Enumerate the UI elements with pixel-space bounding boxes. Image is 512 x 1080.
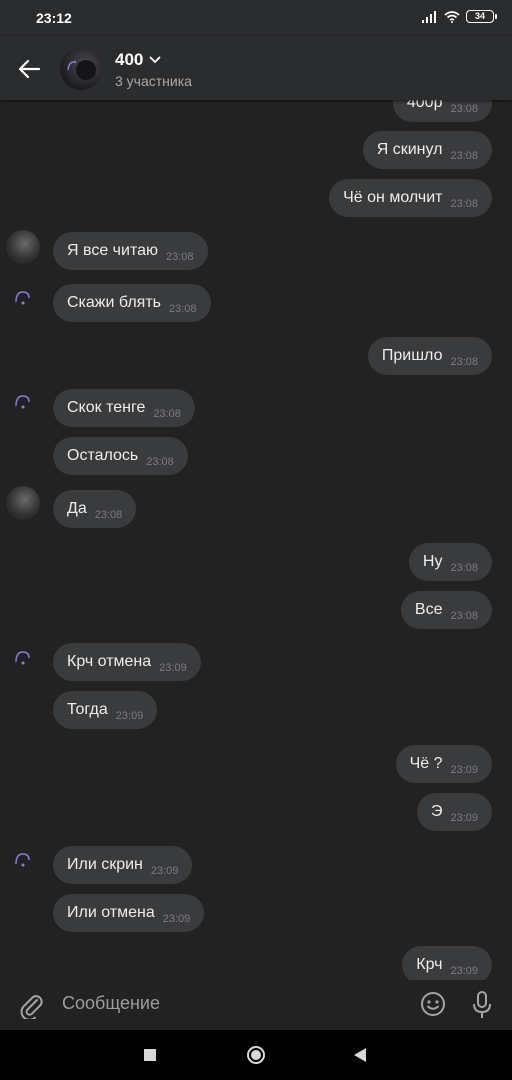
sender-avatar[interactable] — [6, 386, 40, 420]
smile-icon[interactable] — [420, 991, 446, 1017]
message-text: Чё ? — [409, 755, 443, 772]
microphone-icon[interactable] — [470, 990, 494, 1020]
message-time: 23:09 — [162, 913, 191, 925]
message-time: 23:09 — [150, 865, 179, 877]
message-text: Скок тенге — [67, 399, 146, 416]
message-time: 23:08 — [450, 610, 478, 622]
message-time: 23:09 — [450, 764, 478, 776]
message-text: Скажи блять — [67, 294, 161, 311]
message-text: Чё он молчит — [343, 189, 443, 206]
sender-avatar[interactable] — [6, 844, 40, 878]
message-text: Да — [67, 500, 87, 517]
chevron-down-icon[interactable] — [149, 56, 161, 64]
message-bubble-outgoing[interactable]: Крч 23:09 — [402, 946, 492, 980]
message-bubble-incoming[interactable]: Осталось 23:08 — [53, 437, 188, 475]
chat-header: 400 3 участника — [0, 36, 512, 100]
arrow-left-icon[interactable] — [14, 54, 44, 84]
message-text: Осталось — [67, 447, 139, 464]
message-bubble-incoming[interactable]: Я все читаю 23:08 — [53, 232, 208, 270]
message-bubble-outgoing[interactable]: 400р 23:08 — [392, 100, 492, 122]
message-time: 23:08 — [146, 456, 174, 468]
chat-title-text: 400 — [115, 50, 144, 69]
message-time: 23:08 — [450, 356, 478, 368]
message-bubble-incoming[interactable]: Или отмена 23:09 — [53, 894, 205, 932]
message-bubble-outgoing[interactable]: Я скинул 23:08 — [362, 131, 492, 169]
message-time: 23:09 — [115, 710, 144, 722]
message-time: 23:09 — [159, 662, 187, 674]
message-bubble-outgoing[interactable]: Чё ? 23:09 — [395, 745, 492, 783]
message-bubble-incoming[interactable]: Крч отмена 23:09 — [53, 643, 201, 681]
chat-participants: 3 участника — [115, 73, 192, 89]
message-bubble-outgoing[interactable]: Э 23:09 — [416, 793, 492, 831]
status-bar: 23:12 34 — [0, 0, 512, 36]
message-time: 23:08 — [165, 251, 194, 263]
message-bubble-incoming[interactable]: Тогда 23:09 — [53, 691, 158, 729]
paperclip-icon[interactable] — [18, 991, 44, 1019]
message-bubble-incoming[interactable]: Или скрин 23:09 — [53, 846, 193, 884]
status-icons: 34 — [422, 10, 497, 23]
message-text: Тогда — [67, 701, 108, 718]
message-text: Крч отмена — [67, 653, 152, 670]
message-text: 400р — [406, 100, 443, 111]
system-nav-bar — [0, 1030, 512, 1080]
message-input[interactable] — [62, 993, 392, 1014]
message-bubble-outgoing[interactable]: Ну 23:08 — [408, 543, 492, 581]
message-bubble-outgoing[interactable]: Все 23:08 — [400, 591, 492, 629]
message-text: Пришло — [381, 347, 443, 364]
message-time: 23:08 — [450, 103, 478, 115]
message-time: 23:08 — [169, 303, 197, 315]
message-time: 23:09 — [450, 812, 478, 824]
sender-avatar[interactable] — [6, 642, 40, 676]
triangle-back-icon[interactable] — [350, 1045, 370, 1065]
message-text: Я скинул — [376, 141, 443, 158]
message-text: Или скрин — [67, 856, 143, 873]
message-time: 23:08 — [450, 150, 478, 162]
battery-icon: 34 — [466, 10, 497, 23]
circle-icon[interactable] — [246, 1045, 266, 1065]
avatar-image — [67, 60, 96, 80]
message-text: Я все читаю — [67, 242, 158, 259]
chat-title[interactable]: 400 — [115, 50, 161, 70]
message-time: 23:08 — [450, 562, 478, 574]
sender-avatar[interactable] — [6, 282, 40, 316]
message-text: Все — [414, 601, 443, 618]
message-text: Крч — [416, 956, 443, 973]
sender-avatar[interactable] — [6, 230, 40, 264]
message-text: Ну — [422, 553, 443, 570]
message-time: 23:08 — [450, 198, 478, 210]
message-list[interactable]: 400р 23:08 Я скинул 23:08 Чё он молчит 2… — [0, 100, 512, 980]
message-time: 23:08 — [94, 509, 123, 521]
message-input-bar — [0, 980, 512, 1030]
message-time: 23:09 — [450, 965, 478, 977]
message-bubble-incoming[interactable]: Скок тенге 23:08 — [53, 389, 195, 427]
message-time: 23:08 — [153, 408, 181, 420]
status-time: 23:12 — [36, 10, 72, 26]
signal-icon — [422, 10, 436, 23]
message-bubble-incoming[interactable]: Да 23:08 — [53, 490, 137, 528]
message-bubble-outgoing[interactable]: Пришло 23:08 — [367, 337, 492, 375]
message-text: Или отмена — [67, 904, 155, 921]
message-bubble-incoming[interactable]: Скажи блять 23:08 — [53, 284, 211, 322]
wifi-icon — [444, 10, 460, 23]
sender-avatar[interactable] — [6, 486, 40, 520]
message-text: Э — [430, 803, 443, 820]
message-bubble-outgoing[interactable]: Чё он молчит 23:08 — [329, 179, 492, 217]
square-icon[interactable] — [140, 1045, 160, 1065]
chat-avatar[interactable] — [60, 48, 102, 90]
